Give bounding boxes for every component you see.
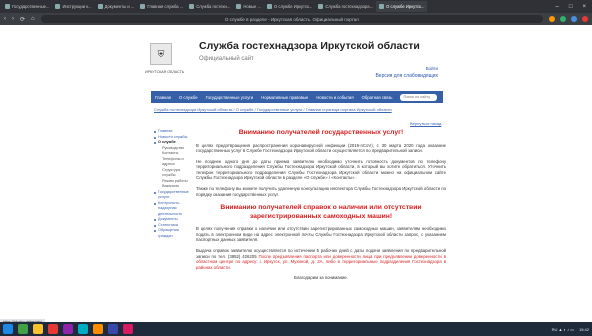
tab-favicon-icon <box>97 4 103 9</box>
taskbar-app-icon[interactable] <box>48 324 58 334</box>
address-bar-row: ‹ › ⟳ ⌂ О службе в разделе - Иркутская о… <box>0 13 592 25</box>
tab-label: Инструкции к... <box>62 4 92 9</box>
taskbar-app-icon[interactable] <box>108 324 118 334</box>
tab-favicon-icon <box>379 4 385 9</box>
extension-icons <box>549 16 588 22</box>
extension-icon[interactable] <box>549 16 555 22</box>
notice-heading-services: Вниманию получателей государственных усл… <box>238 129 404 136</box>
tab-favicon-icon <box>318 4 324 9</box>
browser-tab[interactable]: Новые ... <box>233 1 264 12</box>
nav-menu-item[interactable]: Обратная связь <box>362 95 393 100</box>
tab-label: Государственные... <box>12 4 50 9</box>
forward-icon[interactable]: › <box>12 16 14 22</box>
tab-label: Новые ... <box>243 4 261 9</box>
browser-tab[interactable]: Главная служба ... <box>137 1 186 12</box>
os-taskbar: RU ▲ ◐ ♪ ▭ 15:42 <box>0 322 592 336</box>
taskbar-app-icon[interactable] <box>93 324 103 334</box>
tab-favicon-icon <box>266 4 272 9</box>
browser-tab[interactable]: Инструкции к... <box>52 1 94 12</box>
coat-of-arms-logo[interactable]: ⛨ <box>150 43 172 65</box>
tab-favicon-icon <box>140 4 146 9</box>
taskbar-app-icon[interactable] <box>18 324 28 334</box>
site-subtitle: Официальный сайт <box>199 56 254 62</box>
tab-favicon-icon <box>5 4 10 9</box>
browser-tab[interactable]: Государственные... <box>2 1 52 12</box>
notice-paragraph: Выдача справок заявителю осуществляется … <box>196 248 446 270</box>
site-header: ⛨ ИРКУТСКАЯ ОБЛАСТЬ Служба гостехнадзора… <box>143 37 450 83</box>
sidebar-menu: Главная Новости службы О службе Руководство… <box>154 129 189 239</box>
nav-menu-item[interactable]: Нормативные правовые <box>261 95 308 100</box>
notice-paragraph: Также по телефону вы можете получить уда… <box>196 186 446 197</box>
maximize-icon[interactable]: □ <box>569 4 573 10</box>
notice-paragraph: В целях предотвращения распространения к… <box>196 142 446 154</box>
minimize-icon[interactable]: – <box>556 4 559 10</box>
nav-menu-item[interactable]: Новости и события <box>316 95 353 100</box>
browser-tab[interactable]: Служба гостехн... <box>186 1 233 12</box>
back-link[interactable]: Вернуться назад <box>410 121 441 126</box>
taskbar-app-icon[interactable] <box>123 324 133 334</box>
login-link[interactable]: Войти <box>426 66 438 71</box>
taskbar-app-icon[interactable] <box>3 324 13 334</box>
tab-label: О службе Иркутск... <box>273 4 313 9</box>
back-icon[interactable]: ‹ <box>4 16 6 22</box>
taskbar-app-icon[interactable] <box>33 324 43 334</box>
extension-icon[interactable] <box>582 16 588 22</box>
low-vision-link[interactable]: Версия для слабовидящих <box>375 73 438 79</box>
notice-paragraph: Не позднее одного дня до даты приема зая… <box>196 158 446 181</box>
browser-tab[interactable]: О службе Иркутск... <box>264 1 315 12</box>
tab-label: О службе Иркутск... <box>386 4 425 9</box>
sidebar-item[interactable]: Структура службы <box>154 168 188 179</box>
browser-tab[interactable]: Документы и ... <box>95 1 138 12</box>
site-title: Служба гостехнадзора Иркутской области <box>199 40 420 52</box>
nav-menu-item[interactable]: Главная <box>155 95 171 100</box>
extension-icon[interactable] <box>560 16 566 22</box>
sidebar-item[interactable]: Контрольно-надзорная деятельность <box>154 201 188 218</box>
tab-favicon-icon <box>189 4 195 9</box>
browser-tab-strip: Государственные... Инструкции к... Докумен… <box>0 0 592 13</box>
browser-tab[interactable]: О службе Иркутск... <box>376 1 428 12</box>
reload-icon[interactable]: ⟳ <box>20 16 25 23</box>
closing-text: Благодарим за понимание. <box>293 275 348 281</box>
sidebar-item[interactable]: Обращения граждан <box>154 228 188 239</box>
taskbar-app-icon[interactable] <box>78 324 88 334</box>
tray-icons[interactable]: RU ▲ ◐ ♪ ▭ <box>552 327 574 332</box>
sidebar-item[interactable]: Телефоны и адреса <box>154 157 188 168</box>
close-window-icon[interactable]: × <box>582 4 586 10</box>
system-tray: RU ▲ ◐ ♪ ▭ 15:42 <box>552 327 589 332</box>
main-nav-menu: Главная О службе Государственные услуги Нор… <box>151 91 443 103</box>
clock[interactable]: 15:42 <box>579 327 589 332</box>
tab-favicon-icon <box>236 4 242 9</box>
web-page: ⛨ ИРКУТСКАЯ ОБЛАСТЬ Служба гостехнадзора… <box>0 25 592 325</box>
nav-menu-item[interactable]: О службе <box>179 95 198 100</box>
url-field[interactable]: О службе в разделе - Иркутская область. … <box>40 15 543 23</box>
notice-paragraph: В целях получения справки о наличии или … <box>196 226 446 243</box>
breadcrumb[interactable]: Служба гостехнадзора Иркутской области /… <box>154 107 444 112</box>
search-input[interactable]: Поиск по сайту <box>400 93 437 101</box>
notice-heading-certificates: Вниманию получателей справок о наличии и… <box>220 204 422 220</box>
window-controls: – □ × <box>556 4 592 10</box>
taskbar-app-icon[interactable] <box>63 324 73 334</box>
tab-label: Главная служба ... <box>147 4 184 9</box>
browser-tab[interactable]: Служба гостехнадзора... <box>315 1 376 12</box>
home-icon[interactable]: ⌂ <box>31 16 35 22</box>
tab-label: Документы и ... <box>104 4 135 9</box>
sidebar-item[interactable]: Государственные услуги <box>154 190 189 201</box>
tab-label: Служба гостехнадзора... <box>325 4 374 9</box>
tab-favicon-icon <box>55 4 61 9</box>
logo-caption: ИРКУТСКАЯ ОБЛАСТЬ <box>145 70 185 74</box>
tab-label: Служба гостехн... <box>196 4 231 9</box>
main-content: Вниманию получателей государственных усл… <box>196 129 446 281</box>
nav-menu-item[interactable]: Государственные услуги <box>206 95 254 100</box>
extension-icon[interactable] <box>571 16 577 22</box>
